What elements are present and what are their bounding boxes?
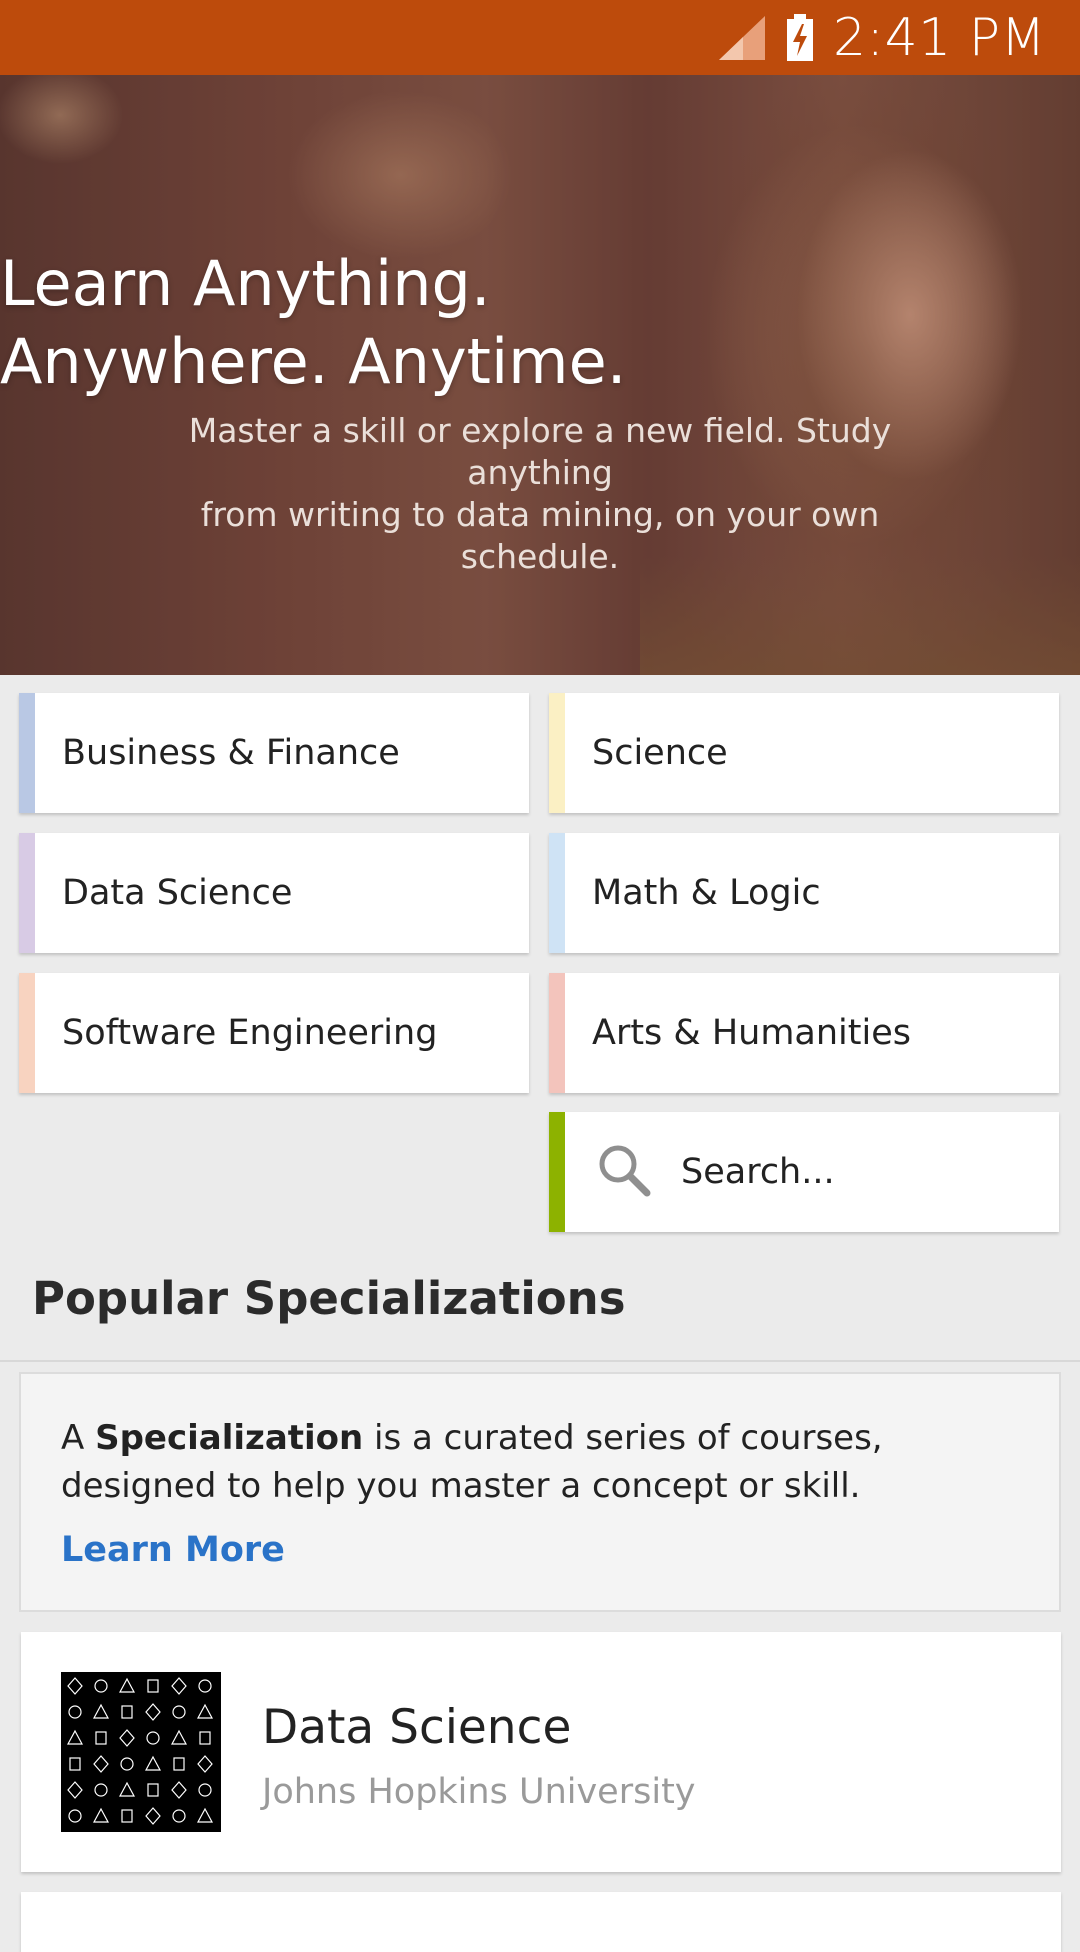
hero-banner: Learn Anything. Anywhere. Anytime. Maste…: [0, 75, 1080, 675]
category-business-finance[interactable]: Business & Finance: [19, 693, 529, 813]
divider: [0, 1360, 1080, 1362]
category-software-engineering[interactable]: Software Engineering: [19, 973, 529, 1093]
specialization-info-card: A Specialization is a curated series of …: [19, 1372, 1061, 1612]
category-science[interactable]: Science: [549, 693, 1059, 813]
learn-more-link[interactable]: Learn More: [61, 1530, 285, 1570]
category-accent: [19, 693, 35, 813]
clock: 2:41 PM: [832, 7, 1046, 68]
signal-icon: [717, 14, 767, 62]
category-label: Data Science: [62, 873, 293, 913]
category-arts-humanities[interactable]: Arts & Humanities: [549, 973, 1059, 1093]
category-label: Business & Finance: [62, 733, 400, 773]
category-accent: [549, 833, 565, 953]
search-button[interactable]: Search...: [549, 1112, 1059, 1232]
category-label: Science: [592, 733, 728, 773]
category-accent: [549, 693, 565, 813]
category-data-science[interactable]: Data Science: [19, 833, 529, 953]
category-label: Math & Logic: [592, 873, 821, 913]
category-accent: [19, 833, 35, 953]
search-icon: [597, 1143, 651, 1202]
battery-charging-icon: [785, 13, 815, 63]
specialization-card[interactable]: [21, 1892, 1061, 1952]
category-accent: [19, 973, 35, 1093]
search-placeholder: Search...: [681, 1152, 835, 1192]
specialization-title: Data Science: [262, 1700, 572, 1755]
specialization-provider: Johns Hopkins University: [262, 1772, 696, 1812]
specialization-description: A Specialization is a curated series of …: [61, 1418, 883, 1506]
search-accent: [549, 1112, 565, 1232]
specialization-thumbnail: [61, 1672, 221, 1832]
section-title: Popular Specializations: [32, 1272, 626, 1325]
specialization-card[interactable]: Data Science Johns Hopkins University: [21, 1632, 1061, 1872]
category-math-logic[interactable]: Math & Logic: [549, 833, 1059, 953]
hero-subtitle: Master a skill or explore a new field. S…: [188, 411, 892, 576]
category-label: Software Engineering: [62, 1013, 438, 1053]
category-accent: [549, 973, 565, 1093]
hero-title: Learn Anything. Anywhere. Anytime.: [0, 247, 627, 398]
category-label: Arts & Humanities: [592, 1013, 911, 1053]
status-bar: 2:41 PM: [0, 0, 1080, 75]
